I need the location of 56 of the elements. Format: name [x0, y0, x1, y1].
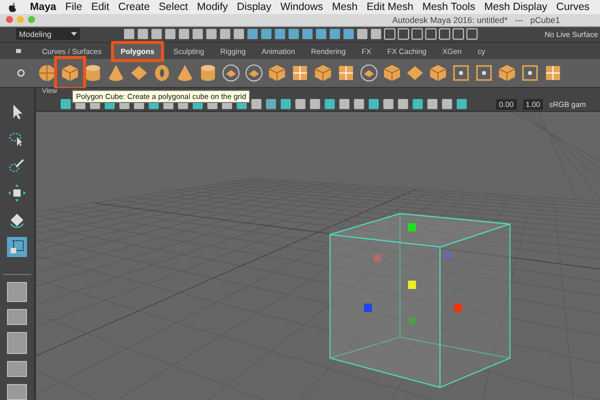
shelf-button[interactable] [382, 62, 402, 83]
shelf-button[interactable] [267, 62, 287, 83]
menu-item[interactable]: Windows [280, 1, 323, 14]
menu-item[interactable]: File [65, 1, 82, 14]
menu-item[interactable]: Edit [91, 1, 110, 14]
menu-item[interactable]: Modify [196, 1, 228, 14]
window-title: Autodesk Maya 2016: untitled* --- pCube1 [392, 14, 560, 25]
menu-item[interactable]: Create [118, 1, 150, 14]
scale-tool-button[interactable] [7, 237, 27, 257]
sphere-icon [37, 62, 57, 83]
move-tool-button[interactable] [7, 183, 27, 203]
rotate-tool-icon [8, 211, 26, 229]
menu-item[interactable]: Mesh Display [484, 1, 548, 14]
cylinder-icon [198, 62, 218, 83]
paint-tool-icon [8, 157, 26, 175]
cube-icon [428, 62, 448, 83]
cube-icon [313, 62, 333, 83]
cube-icon [60, 62, 80, 83]
menu-item[interactable]: Mesh Tools [422, 1, 476, 14]
shelf-button[interactable] [83, 62, 103, 83]
cube-icon [382, 62, 402, 83]
cylinder-icon [83, 62, 103, 83]
app-menu[interactable]: Maya [30, 1, 56, 14]
shelf-button[interactable] [37, 62, 57, 83]
shelf-button[interactable] [152, 62, 172, 83]
menu-item[interactable]: Display [236, 1, 272, 14]
shelf-menu-button[interactable] [16, 48, 21, 53]
shelf-button[interactable] [451, 62, 471, 83]
cube-drawing[interactable] [329, 213, 511, 388]
menu-item[interactable]: Mesh [332, 1, 358, 14]
torus-icon [152, 62, 172, 83]
frame-icon [451, 62, 471, 83]
shelf-button[interactable] [313, 62, 333, 83]
menu-set-dropdown[interactable]: Modeling [16, 28, 80, 40]
shelf-button[interactable] [198, 62, 218, 83]
shelf-button[interactable] [106, 62, 126, 83]
cone-icon [106, 62, 126, 83]
apple-icon[interactable] [8, 2, 17, 13]
shelf-button[interactable] [497, 62, 517, 83]
shelf-button[interactable] [175, 62, 195, 83]
frame-icon [474, 62, 494, 83]
scale-tool-icon [8, 238, 26, 256]
move-tool-icon [8, 184, 26, 202]
cube-icon [267, 62, 287, 83]
caret-icon [71, 32, 77, 36]
cone-icon [175, 62, 195, 83]
frame-icon [520, 62, 540, 83]
shelf-button[interactable] [428, 62, 448, 83]
gear-icon[interactable] [16, 68, 26, 78]
close-button[interactable] [6, 16, 13, 24]
menu-item[interactable]: Select [158, 1, 188, 14]
shelf-button[interactable] [520, 62, 540, 83]
menu-item[interactable]: Edit Mesh [366, 1, 414, 14]
shelf-button[interactable] [474, 62, 494, 83]
menu-item[interactable]: Curves [556, 1, 590, 14]
cube-icon [497, 62, 517, 83]
